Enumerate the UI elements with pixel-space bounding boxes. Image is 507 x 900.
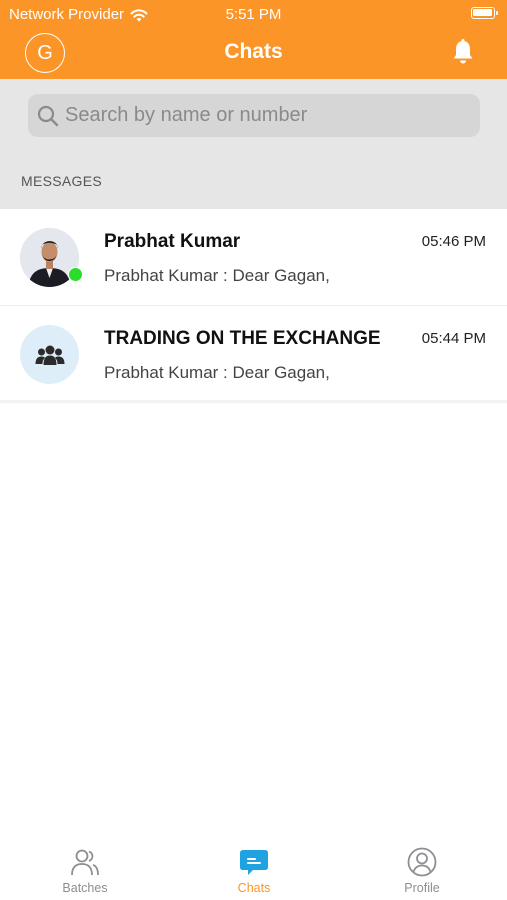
search-bar[interactable]	[28, 94, 480, 137]
batches-icon	[71, 849, 99, 876]
tab-label: Batches	[62, 881, 108, 895]
chat-item[interactable]: TRADING ON THE EXCHANGE 05:44 PM Prabhat…	[0, 306, 507, 403]
contact-avatar	[20, 228, 83, 287]
search-icon	[37, 105, 59, 127]
group-avatar	[20, 325, 79, 384]
tab-bar: Batches Chats Profile	[0, 835, 507, 900]
chat-bubble-icon	[240, 850, 268, 875]
chat-time: 05:46 PM	[421, 233, 486, 250]
chat-preview: Prabhat Kumar : Dear Gagan,	[104, 363, 330, 382]
group-icon	[35, 345, 64, 365]
search-input[interactable]	[65, 94, 465, 137]
status-time: 5:51 PM	[225, 6, 282, 23]
page-title: Chats	[224, 40, 283, 63]
tab-chats[interactable]: Chats	[194, 847, 314, 895]
bell-icon[interactable]	[449, 38, 477, 66]
online-status-dot	[68, 267, 83, 282]
status-bar: Network Provider 5:51 PM	[0, 0, 507, 28]
tab-profile[interactable]: Profile	[362, 847, 482, 895]
tab-label: Chats	[237, 881, 271, 895]
battery-icon	[471, 7, 498, 19]
app-header: Network Provider 5:51 PM G Chats	[0, 0, 507, 79]
section-label-messages: MESSAGES	[21, 173, 102, 189]
search-section: MESSAGES	[0, 79, 507, 209]
tab-batches[interactable]: Batches	[25, 847, 145, 895]
chat-name: TRADING ON THE EXCHANGE	[104, 328, 381, 349]
chat-preview: Prabhat Kumar : Dear Gagan,	[104, 266, 330, 285]
tab-label: Profile	[404, 881, 440, 895]
profile-icon	[407, 847, 437, 877]
chat-name: Prabhat Kumar	[104, 231, 241, 252]
chat-time: 05:44 PM	[421, 330, 486, 347]
chat-list: Prabhat Kumar 05:46 PM Prabhat Kumar : D…	[0, 209, 507, 403]
chat-item[interactable]: Prabhat Kumar 05:46 PM Prabhat Kumar : D…	[0, 209, 507, 306]
